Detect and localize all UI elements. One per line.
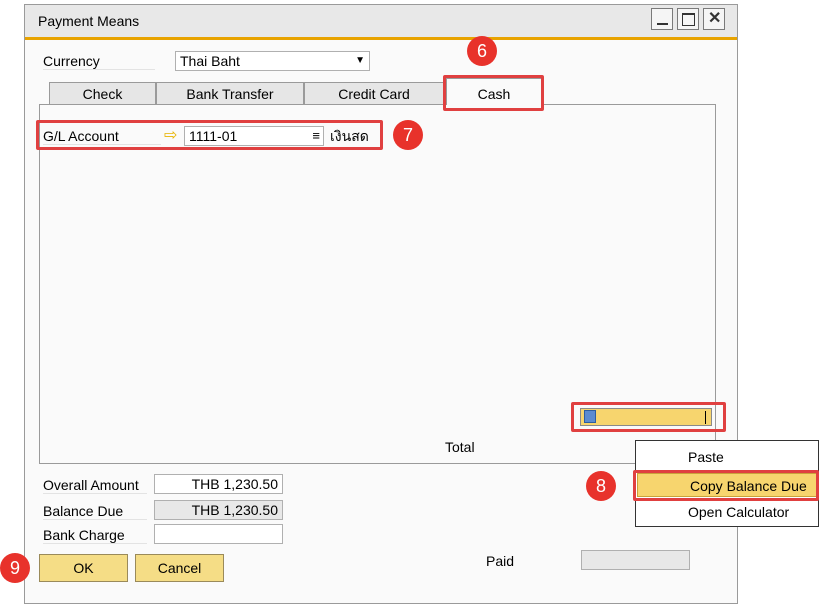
tab-bank-transfer[interactable]: Bank Transfer bbox=[156, 82, 304, 106]
close-button[interactable]: ✕ bbox=[703, 8, 725, 30]
balance-due-label: Balance Due bbox=[43, 503, 147, 520]
callout-badge-6: 6 bbox=[467, 36, 497, 66]
bank-charge-input[interactable] bbox=[154, 524, 283, 544]
balance-due-field: THB 1,230.50 bbox=[154, 500, 283, 520]
callout-badge-9: 9 bbox=[0, 553, 30, 583]
menu-item-open-calculator[interactable]: Open Calculator bbox=[636, 500, 818, 524]
callout-box-gl-account bbox=[36, 120, 383, 150]
tab-credit-card[interactable]: Credit Card bbox=[304, 82, 444, 106]
callout-box-total bbox=[571, 402, 726, 432]
close-icon: ✕ bbox=[708, 10, 722, 27]
overall-amount-label: Overall Amount bbox=[43, 477, 147, 494]
paid-label: Paid bbox=[486, 553, 515, 569]
callout-badge-8: 8 bbox=[586, 471, 616, 501]
window-title: Payment Means bbox=[38, 13, 140, 29]
minimize-button[interactable] bbox=[651, 8, 673, 30]
callout-box-copy-balance-due bbox=[633, 470, 819, 501]
minimize-icon bbox=[657, 23, 668, 25]
maximize-button[interactable] bbox=[677, 8, 699, 30]
tab-check[interactable]: Check bbox=[49, 82, 156, 106]
chevron-down-icon: ▼ bbox=[355, 55, 365, 66]
maximize-icon bbox=[682, 13, 695, 26]
menu-item-paste[interactable]: Paste bbox=[636, 445, 818, 469]
total-label: Total bbox=[445, 439, 475, 455]
accent-line bbox=[25, 37, 737, 40]
callout-badge-7: 7 bbox=[393, 120, 423, 150]
overall-amount-field: THB 1,230.50 bbox=[154, 474, 283, 494]
ok-button[interactable]: OK bbox=[39, 554, 128, 582]
currency-label: Currency bbox=[43, 53, 155, 70]
paid-field bbox=[581, 550, 690, 570]
callout-box-cash-tab bbox=[443, 75, 544, 111]
cancel-button[interactable]: Cancel bbox=[135, 554, 224, 582]
currency-value: Thai Baht bbox=[180, 53, 240, 69]
bank-charge-label: Bank Charge bbox=[43, 527, 147, 544]
currency-select[interactable]: Thai Baht ▼ bbox=[175, 51, 370, 71]
